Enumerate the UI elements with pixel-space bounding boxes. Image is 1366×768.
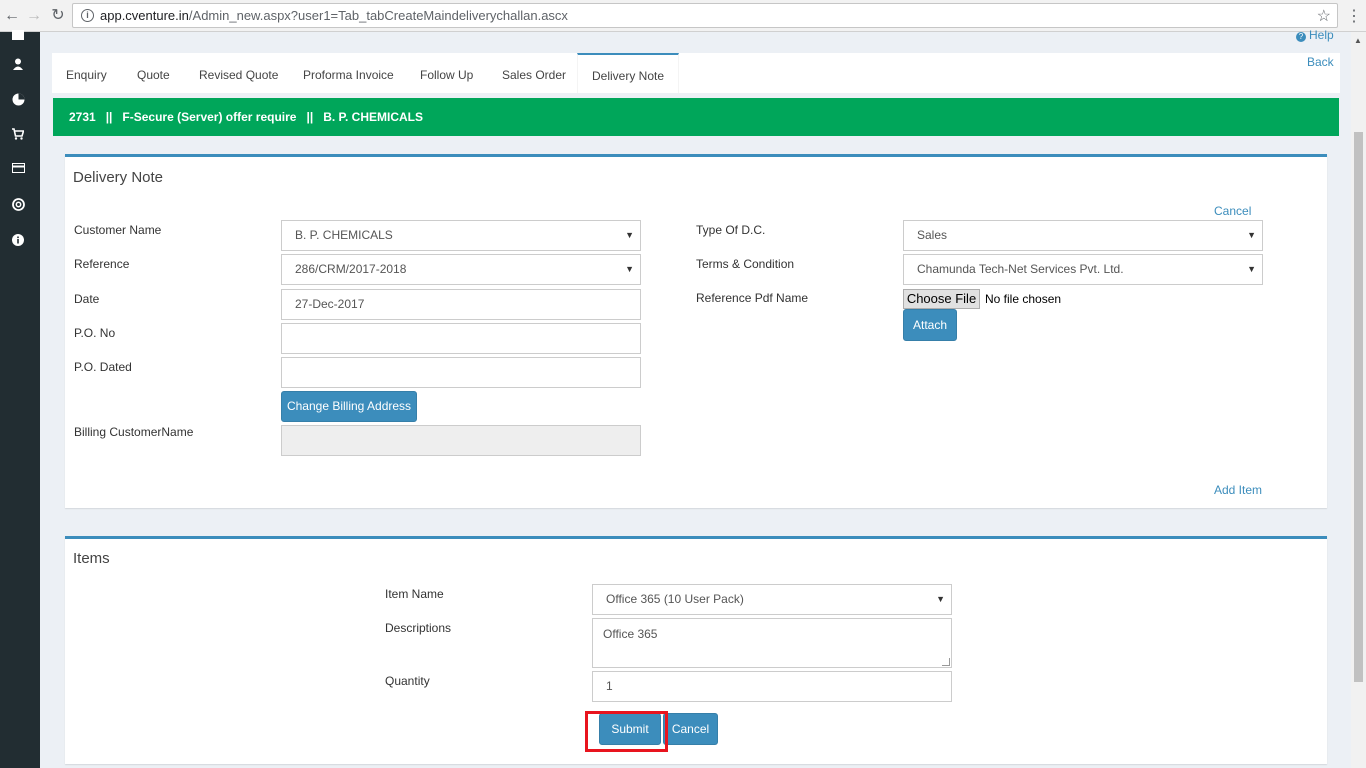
descriptions-textarea[interactable]: Office 365 bbox=[592, 618, 952, 668]
terms-condition-value: Chamunda Tech-Net Services Pvt. Ltd. bbox=[917, 262, 1124, 276]
descriptions-label: Descriptions bbox=[385, 621, 452, 635]
tab-proforma-invoice[interactable]: Proforma Invoice bbox=[303, 53, 394, 93]
enquiry-banner: 2731 || F-Secure (Server) offer require … bbox=[53, 98, 1339, 136]
po-dated-label: P.O. Dated bbox=[74, 360, 132, 374]
po-dated-input[interactable] bbox=[281, 357, 641, 388]
choose-file-button[interactable]: Choose File bbox=[903, 289, 980, 309]
delivery-note-title: Delivery Note bbox=[73, 169, 164, 186]
billing-customer-name-input bbox=[281, 425, 641, 456]
scrollbar-thumb[interactable] bbox=[1354, 132, 1363, 682]
reload-icon[interactable]: ↻ bbox=[48, 6, 68, 26]
reference-value: 286/CRM/2017-2018 bbox=[295, 262, 407, 276]
terms-condition-label: Terms & Condition bbox=[696, 257, 795, 271]
tab-quote[interactable]: Quote bbox=[137, 53, 170, 93]
cancel-link[interactable]: Cancel bbox=[1214, 204, 1251, 218]
quantity-input[interactable]: 1 bbox=[592, 671, 952, 702]
url-text[interactable]: app.cventure.in/Admin_new.aspx?user1=Tab… bbox=[100, 8, 568, 23]
question-icon: ? bbox=[1296, 32, 1306, 42]
info-icon[interactable]: i bbox=[81, 9, 94, 22]
cancel-button[interactable]: Cancel bbox=[663, 713, 718, 745]
back-link[interactable]: Back bbox=[1307, 55, 1334, 69]
browser-menu-icon[interactable]: ⋮ bbox=[1346, 6, 1362, 26]
url-path: /Admin_new.aspx?user1=Tab_tabCreateMaind… bbox=[188, 8, 568, 23]
reference-label: Reference bbox=[74, 257, 130, 271]
sidebar bbox=[0, 30, 40, 768]
highlight-box bbox=[585, 711, 668, 752]
quantity-label: Quantity bbox=[385, 674, 430, 688]
address-bar[interactable]: i app.cventure.in/Admin_new.aspx?user1=T… bbox=[72, 3, 1338, 28]
chevron-down-icon: ▼ bbox=[1247, 230, 1256, 240]
tab-follow-up[interactable]: Follow Up bbox=[420, 53, 473, 93]
type-of-dc-value: Sales bbox=[917, 228, 948, 242]
tab-enquiry[interactable]: Enquiry bbox=[66, 53, 107, 93]
pie-chart-icon[interactable] bbox=[11, 93, 25, 107]
forward-arrow-icon[interactable]: → bbox=[24, 6, 44, 26]
back-arrow-icon[interactable]: ← bbox=[2, 6, 22, 26]
item-name-select[interactable]: Office 365 (10 User Pack) ▼ bbox=[592, 584, 952, 615]
chevron-down-icon: ▼ bbox=[936, 594, 945, 604]
add-item-link[interactable]: Add Item bbox=[1214, 483, 1262, 497]
scroll-up-icon[interactable]: ▲ bbox=[1354, 36, 1362, 45]
date-input[interactable]: 27-Dec-2017 bbox=[281, 289, 641, 320]
item-name-value: Office 365 (10 User Pack) bbox=[606, 592, 744, 606]
bookmark-star-icon[interactable]: ☆ bbox=[1317, 6, 1331, 26]
type-of-dc-label: Type Of D.C. bbox=[696, 223, 766, 237]
customer-name-label: Customer Name bbox=[74, 223, 162, 237]
cart-icon[interactable] bbox=[11, 128, 25, 142]
reference-pdf-label: Reference Pdf Name bbox=[696, 291, 809, 305]
items-title: Items bbox=[73, 550, 110, 567]
date-label: Date bbox=[74, 292, 100, 306]
chevron-down-icon: ▼ bbox=[1247, 264, 1256, 274]
help-link[interactable]: ? Help bbox=[1296, 28, 1334, 42]
reference-select[interactable]: 286/CRM/2017-2018 ▼ bbox=[281, 254, 641, 285]
billing-customer-name-label: Billing CustomerName bbox=[74, 425, 194, 439]
globe-icon[interactable] bbox=[11, 198, 25, 212]
po-no-label: P.O. No bbox=[74, 326, 116, 340]
browser-toolbar: ← → ↻ i app.cventure.in/Admin_new.aspx?u… bbox=[0, 0, 1366, 32]
change-billing-address-button[interactable]: Change Billing Address bbox=[281, 391, 417, 422]
attach-button[interactable]: Attach bbox=[903, 309, 957, 341]
tab-delivery-note[interactable]: Delivery Note bbox=[577, 53, 680, 93]
url-host: app.cventure.in bbox=[100, 8, 189, 23]
credit-card-icon[interactable] bbox=[11, 163, 25, 177]
terms-condition-select[interactable]: Chamunda Tech-Net Services Pvt. Ltd. ▼ bbox=[903, 254, 1263, 285]
info-circle-icon[interactable] bbox=[11, 234, 25, 248]
help-label: Help bbox=[1309, 28, 1334, 42]
chevron-down-icon: ▼ bbox=[625, 264, 634, 274]
tab-sales-order[interactable]: Sales Order bbox=[502, 53, 566, 93]
type-of-dc-select[interactable]: Sales ▼ bbox=[903, 220, 1263, 251]
po-no-input[interactable] bbox=[281, 323, 641, 354]
user-icon[interactable] bbox=[11, 58, 25, 72]
tab-revised-quote[interactable]: Revised Quote bbox=[199, 53, 278, 93]
item-name-label: Item Name bbox=[385, 587, 444, 601]
customer-name-value: B. P. CHEMICALS bbox=[295, 228, 393, 242]
chevron-down-icon: ▼ bbox=[625, 230, 634, 240]
no-file-text: No file chosen bbox=[985, 292, 1062, 306]
page-scrollbar[interactable]: ▲ bbox=[1351, 32, 1366, 768]
customer-name-select[interactable]: B. P. CHEMICALS ▼ bbox=[281, 220, 641, 251]
tab-bar: Enquiry Quote Revised Quote Proforma Inv… bbox=[52, 53, 1340, 93]
resize-grip-icon[interactable] bbox=[942, 658, 950, 666]
descriptions-value: Office 365 bbox=[603, 627, 658, 641]
delivery-note-box: Delivery Note bbox=[65, 154, 1327, 508]
dashboard-icon[interactable] bbox=[11, 30, 25, 44]
